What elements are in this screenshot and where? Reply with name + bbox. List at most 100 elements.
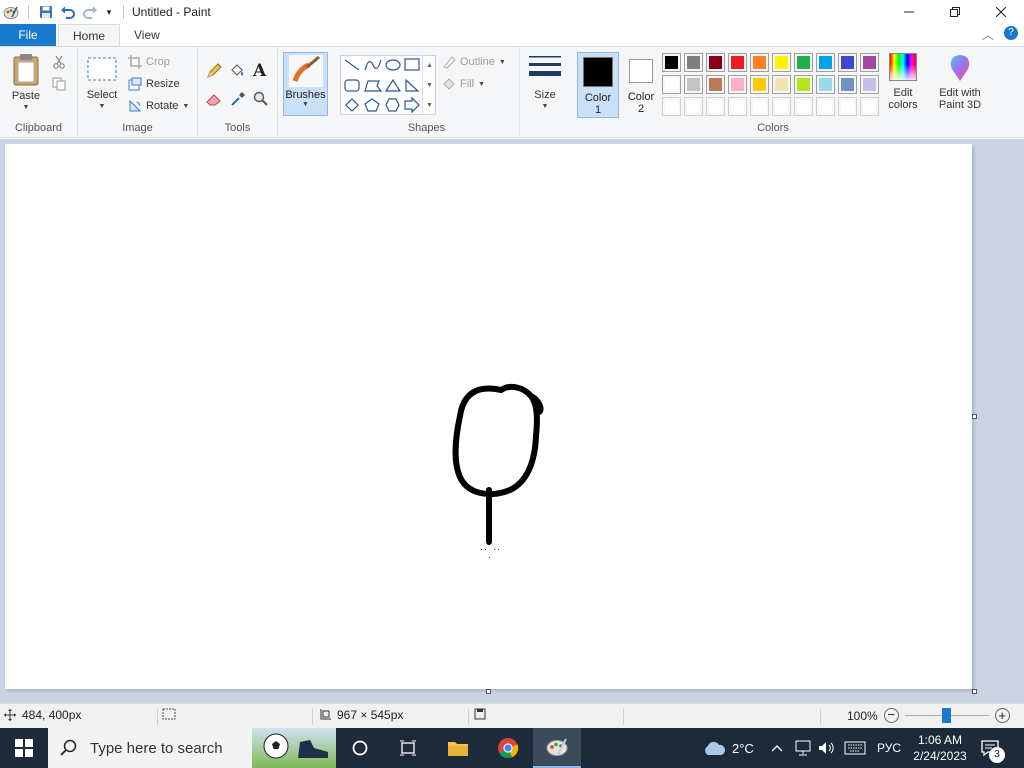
tab-view[interactable]: View [120, 24, 174, 46]
color2-button[interactable]: Color 2 [621, 52, 661, 118]
paint3d-line2: Paint 3D [938, 99, 982, 111]
close-button[interactable] [978, 0, 1024, 24]
brushes-button[interactable]: Brushes ▼ [283, 52, 328, 116]
minimize-button[interactable] [886, 0, 932, 24]
text-tool-icon[interactable]: A [253, 61, 266, 81]
color-swatch[interactable] [706, 97, 725, 116]
select-icon [87, 57, 117, 81]
color-swatch[interactable] [772, 75, 791, 94]
cortana-button[interactable] [336, 728, 384, 768]
color-swatch[interactable] [772, 97, 791, 116]
color-swatch[interactable] [750, 97, 769, 116]
magnifier-icon[interactable] [253, 91, 269, 110]
fill-bucket-icon[interactable] [229, 63, 245, 82]
color-swatch[interactable] [728, 53, 747, 72]
redo-icon[interactable] [79, 1, 101, 23]
copy-icon[interactable] [52, 77, 66, 94]
color-swatch[interactable] [706, 53, 725, 72]
pencil-icon[interactable] [206, 63, 222, 82]
chrome-button[interactable] [484, 728, 532, 768]
volume-button[interactable] [818, 728, 836, 768]
zoom-slider-thumb[interactable] [942, 708, 952, 723]
color-swatch[interactable] [838, 53, 857, 72]
eraser-icon[interactable] [206, 91, 222, 110]
clock-button[interactable]: 1:06 AM 2/24/2023 [910, 728, 970, 768]
touch-keyboard-button[interactable] [844, 728, 866, 768]
color-swatch[interactable] [860, 97, 879, 116]
notifications-button[interactable]: 3 [980, 728, 1005, 768]
customize-dropdown-icon[interactable]: ▾ [101, 1, 117, 23]
task-view-button[interactable] [384, 728, 432, 768]
file-explorer-button[interactable] [434, 728, 482, 768]
color-swatch[interactable] [860, 53, 879, 72]
color-picker-icon[interactable] [230, 91, 246, 110]
color-swatch[interactable] [816, 53, 835, 72]
color-swatch[interactable] [816, 75, 835, 94]
color-swatch-fill [819, 100, 832, 113]
color-swatch[interactable] [816, 97, 835, 116]
color-swatch[interactable] [838, 97, 857, 116]
color-swatch[interactable] [794, 53, 813, 72]
tab-home[interactable]: Home [58, 24, 121, 46]
canvas-workspace[interactable] [0, 139, 1024, 703]
color-swatch[interactable] [794, 75, 813, 94]
input-language-button[interactable]: РУС [877, 728, 901, 768]
resize-handle-right[interactable] [972, 414, 977, 419]
collapse-ribbon-icon[interactable]: ︿ [982, 26, 994, 43]
color-swatch[interactable] [772, 53, 791, 72]
color1-button[interactable]: Color 1 [577, 52, 619, 118]
scroll-up-icon[interactable]: ▲ [426, 62, 433, 69]
undo-icon[interactable] [57, 1, 79, 23]
zoom-slider[interactable] [904, 708, 989, 723]
resize-handle-corner[interactable] [972, 689, 977, 694]
color-swatch[interactable] [728, 97, 747, 116]
color-swatch[interactable] [684, 53, 703, 72]
color-swatch[interactable] [838, 75, 857, 94]
edit-with-paint3d-button[interactable]: Edit with Paint 3D [934, 53, 986, 111]
paint-taskbar-button[interactable] [533, 728, 581, 768]
weather-widget[interactable]: 2°C [702, 728, 754, 768]
color-swatch[interactable] [860, 75, 879, 94]
separator [468, 708, 469, 725]
scroll-down-icon[interactable]: ▼ [426, 82, 433, 89]
network-button[interactable] [794, 728, 812, 768]
paste-button[interactable]: Paste ▼ [6, 53, 46, 114]
paint-app-icon[interactable] [0, 1, 22, 23]
taskbar-search-box[interactable]: Type here to search [48, 728, 336, 768]
cut-icon[interactable] [52, 55, 66, 72]
fill-button[interactable]: Fill ▼ [442, 77, 485, 91]
chevron-down-icon: ▼ [498, 58, 506, 66]
color-swatch[interactable] [684, 75, 703, 94]
color-swatch[interactable] [750, 53, 769, 72]
color-swatch[interactable] [662, 75, 681, 94]
select-button[interactable]: Select ▼ [84, 55, 120, 113]
color-swatch[interactable] [794, 97, 813, 116]
restore-button[interactable] [932, 0, 978, 24]
edit-colors-button[interactable]: Edit colors [884, 53, 922, 111]
folder-icon [448, 742, 468, 756]
tab-file[interactable]: File [0, 24, 56, 46]
color-swatch[interactable] [662, 97, 681, 116]
outline-button[interactable]: Outline ▼ [442, 55, 506, 69]
color-swatch[interactable] [728, 75, 747, 94]
crop-label: Crop [146, 56, 170, 68]
resize-button[interactable]: Resize [128, 77, 180, 91]
save-icon[interactable] [35, 1, 57, 23]
size-button[interactable]: Size ▼ [526, 53, 564, 113]
color-swatch[interactable] [706, 75, 725, 94]
crop-button[interactable]: Crop [128, 55, 170, 69]
drawing-canvas[interactable] [5, 144, 972, 689]
color-swatch[interactable] [684, 97, 703, 116]
zoom-out-button[interactable]: − [883, 708, 899, 723]
start-button[interactable] [0, 728, 48, 768]
show-hidden-icons-button[interactable] [771, 728, 783, 768]
resize-handle-bottom[interactable] [486, 689, 491, 694]
expand-gallery-icon[interactable]: ▼ [426, 102, 433, 109]
color-swatch[interactable] [750, 75, 769, 94]
zoom-in-button[interactable]: + [994, 708, 1010, 723]
shapes-scroll[interactable]: ▲ ▼ ▼ [422, 55, 436, 115]
rotate-icon [129, 99, 142, 112]
color-swatch[interactable] [662, 53, 681, 72]
help-icon[interactable]: ? [1004, 26, 1018, 40]
rotate-button[interactable]: Rotate ▼ [128, 99, 189, 113]
